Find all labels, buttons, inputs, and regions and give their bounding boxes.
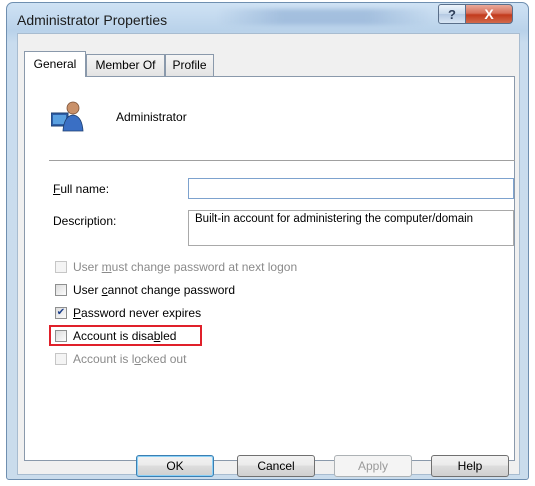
apply-button[interactable]: Apply [334,455,412,477]
title-help-button[interactable]: ? [438,4,466,24]
tab-member-of-label: Member Of [95,58,156,72]
header-separator [49,160,515,161]
tab-general-label: General [33,57,77,71]
checkbox-must-change-password[interactable]: User must change password at next logon [55,259,297,275]
tab-profile[interactable]: Profile [165,54,214,76]
window-title: Administrator Properties [17,12,168,28]
checkbox-account-locked-out[interactable]: Account is locked out [55,351,186,367]
ok-button[interactable]: OK [136,455,214,477]
checkbox-cannot-change-password[interactable]: User cannot change password [55,282,235,298]
checkbox-label: User must change password at next logon [73,260,298,274]
properties-dialog: Administrator Properties ? X General Mem… [6,2,529,480]
checkbox-box[interactable] [55,261,67,273]
description-field[interactable]: Built-in account for administering the c… [188,210,514,246]
highlight-box [49,325,202,346]
checkbox-box[interactable] [55,284,67,296]
checkbox-box[interactable] [55,353,67,365]
full-name-label: Full name: [53,182,109,196]
tab-general[interactable]: General [24,51,86,77]
checkmark-icon: ✔ [56,307,66,318]
user-display-name: Administrator [116,110,187,124]
dialog-client-area: General Member Of Profile Administrator … [17,33,520,475]
full-name-label-rest: ull name: [60,182,110,196]
checkbox-label: User cannot change password [73,283,236,297]
tab-profile-label: Profile [172,58,207,72]
blurred-title-region [217,9,432,25]
cancel-button[interactable]: Cancel [237,455,315,477]
checkbox-password-never-expires[interactable]: ✔ Password never expires [55,305,201,321]
help-button[interactable]: Help [431,455,509,477]
checkbox-label: Password never expires [73,306,202,320]
user-icon [51,101,84,132]
tab-member-of[interactable]: Member Of [86,54,165,76]
general-tab-panel: Administrator Full name: Description: Bu… [24,76,515,461]
help-icon: ? [448,6,456,22]
title-close-button[interactable]: X [465,4,513,24]
full-name-field[interactable] [188,178,514,199]
close-icon: X [484,6,494,22]
checkbox-box[interactable]: ✔ [55,307,67,319]
checkbox-label: Account is locked out [73,352,187,366]
description-label: Description: [53,214,117,228]
